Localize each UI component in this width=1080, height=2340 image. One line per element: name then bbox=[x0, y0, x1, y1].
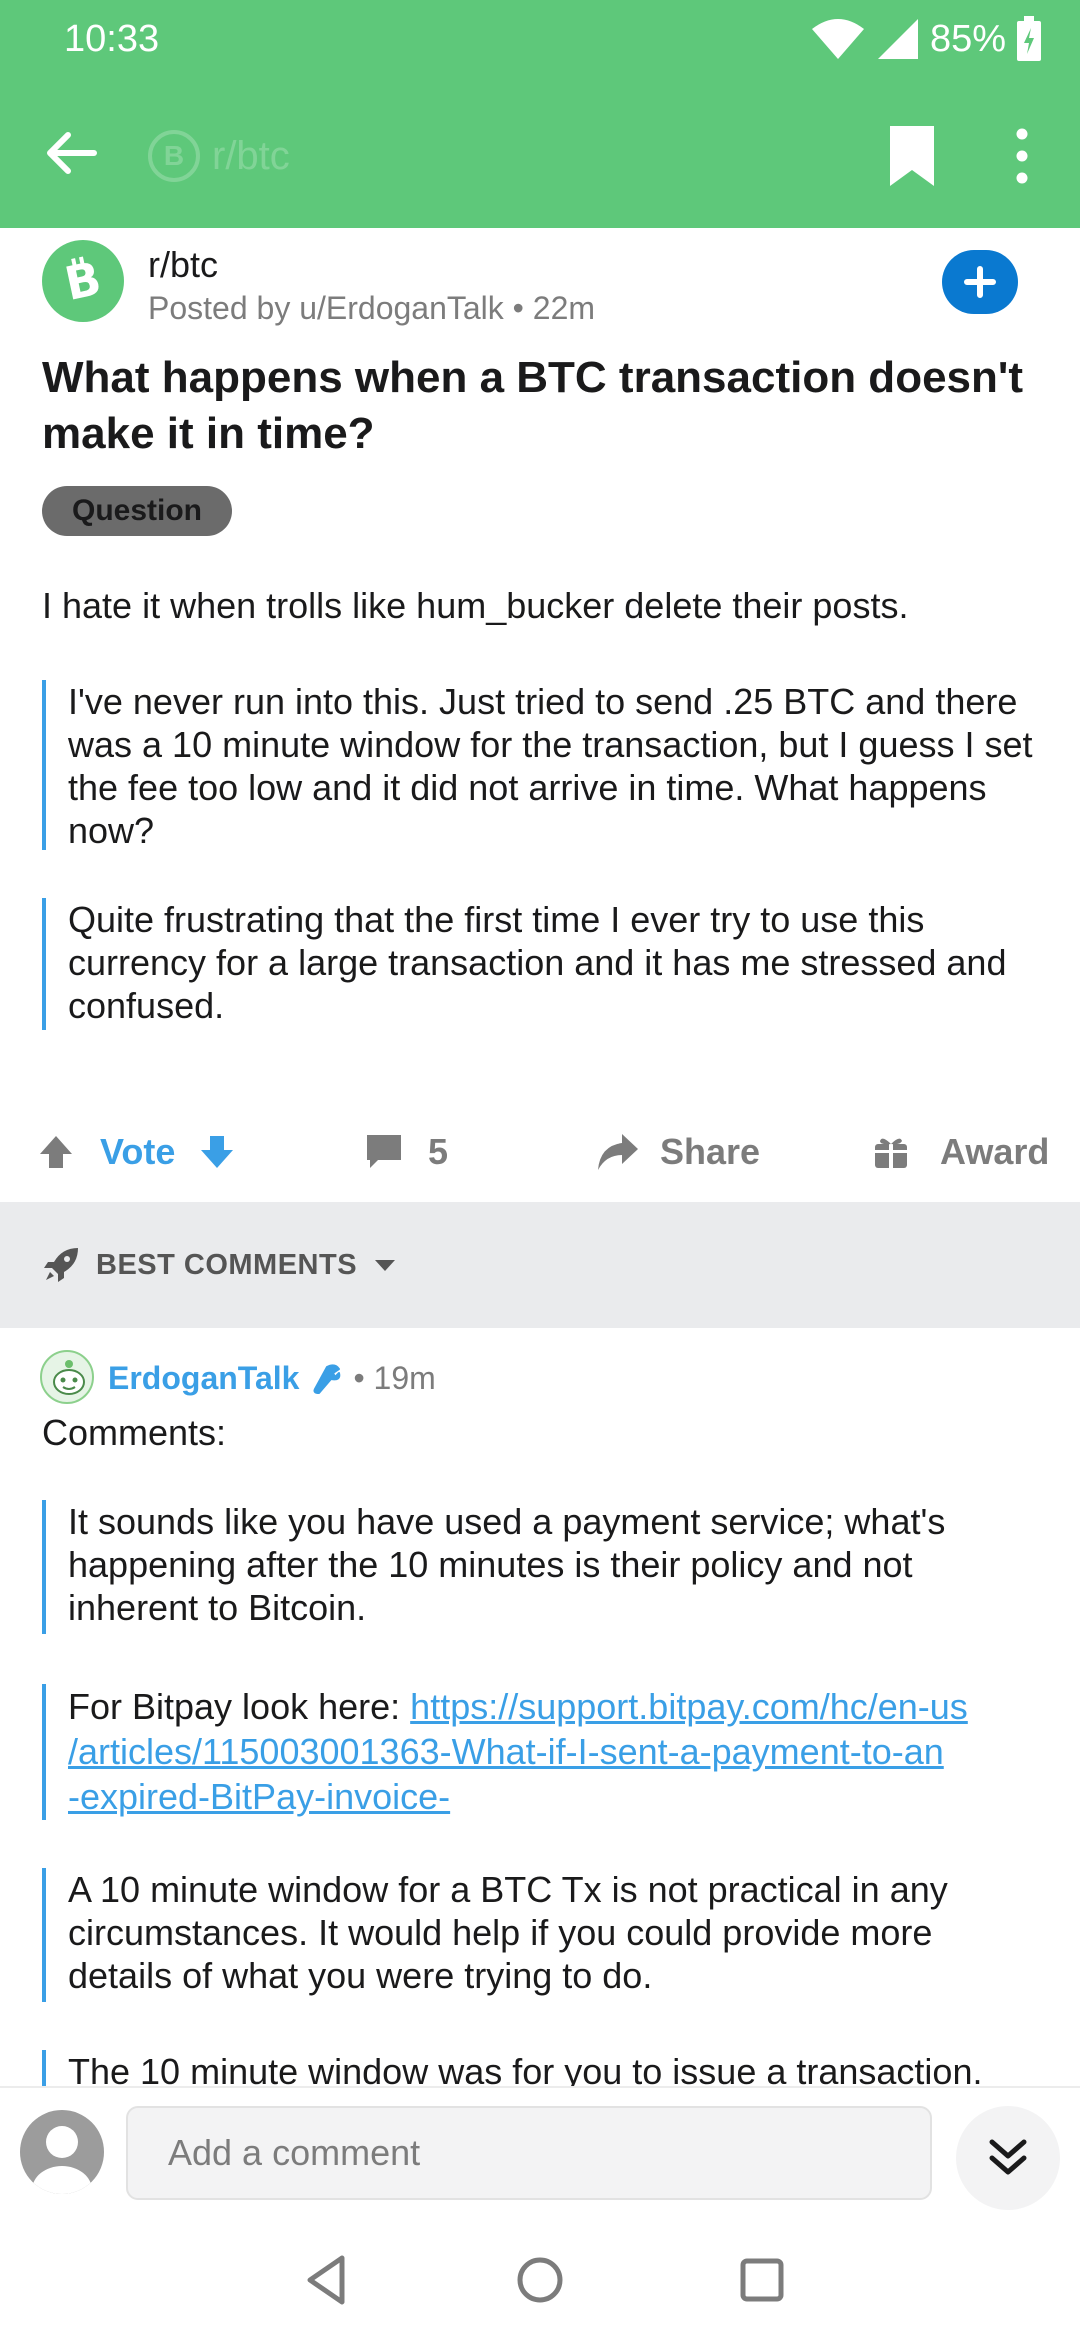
comments-count: 5 bbox=[428, 1131, 449, 1172]
subreddit-avatar[interactable]: B bbox=[42, 240, 124, 322]
share-icon bbox=[598, 1134, 638, 1170]
upvote-icon[interactable] bbox=[36, 1132, 76, 1172]
award-icon bbox=[875, 1138, 907, 1168]
app-bar-subreddit-name: r/btc bbox=[212, 133, 290, 178]
bitcoin-icon: B bbox=[60, 253, 106, 309]
signal-icon bbox=[877, 19, 918, 59]
battery-percent: 85% bbox=[929, 17, 1006, 60]
vote-label: Vote bbox=[100, 1131, 176, 1172]
comments-button[interactable]: 5 bbox=[364, 1112, 448, 1192]
next-comment-button[interactable] bbox=[956, 2106, 1060, 2210]
app-bar-subreddit-title: B r/btc bbox=[148, 126, 290, 186]
recents-square-icon[interactable] bbox=[732, 2250, 792, 2310]
battery-icon bbox=[1017, 16, 1041, 61]
chevron-double-down-icon bbox=[989, 2139, 1027, 2175]
comment-link-prefix: For Bitpay look here: bbox=[68, 1686, 411, 1727]
post-body-text: I hate it when trolls like hum_bucker de… bbox=[42, 585, 909, 626]
back-triangle-icon[interactable] bbox=[298, 2250, 358, 2310]
more-vertical-icon[interactable] bbox=[1000, 124, 1044, 188]
award-label: Award bbox=[940, 1131, 1050, 1172]
comment-time: • 19m bbox=[353, 1359, 436, 1396]
reply-bar: Add a comment bbox=[0, 2086, 1080, 2210]
vote-group: Vote bbox=[36, 1112, 237, 1192]
comments-sort-bar: BEST COMMENTS bbox=[0, 1202, 1080, 1328]
user-icon bbox=[32, 2126, 92, 2194]
post-quote: I've never run into this. Just tried to … bbox=[42, 680, 1042, 851]
caret-down-icon bbox=[375, 1260, 396, 1271]
status-icons: 85% bbox=[810, 14, 1042, 64]
subreddit-name[interactable]: r/btc bbox=[148, 244, 218, 286]
bitpay-link[interactable]: https://support.bitpay.com/hc/en-us bbox=[410, 1686, 968, 1727]
comment-intro: Comments: bbox=[42, 1412, 227, 1453]
comment-input[interactable]: Add a comment bbox=[126, 2106, 932, 2200]
post-title: What happens when a BTC transaction does… bbox=[42, 353, 1023, 458]
downvote-icon[interactable] bbox=[197, 1132, 237, 1172]
bitpay-link-end[interactable]: -expired-BitPay-invoice- bbox=[68, 1776, 450, 1817]
post-flair: Question bbox=[42, 486, 233, 536]
comment-quote: It sounds like you have used a payment s… bbox=[42, 1500, 1042, 1634]
comment-icon bbox=[367, 1135, 401, 1168]
back-arrow-icon[interactable] bbox=[36, 118, 106, 188]
moderator-wrench-icon bbox=[313, 1364, 341, 1394]
system-nav-bar bbox=[0, 2210, 1080, 2340]
post-quote: Quite frustrating that the first time I … bbox=[42, 898, 1042, 1030]
rocket-icon bbox=[44, 1248, 78, 1282]
comment-quote: The 10 minute window was for you to issu… bbox=[42, 2050, 1042, 2090]
sort-label: BEST COMMENTS bbox=[96, 1248, 358, 1281]
subreddit-ghost-logo: B bbox=[148, 130, 200, 182]
share-label: Share bbox=[660, 1131, 761, 1172]
post-flair-label: Question bbox=[72, 494, 203, 527]
comment-header: ErdoganTalk • 19m bbox=[108, 1354, 436, 1402]
snoo-avatar-icon bbox=[53, 1360, 85, 1395]
plus-icon bbox=[964, 266, 996, 298]
join-button[interactable] bbox=[942, 250, 1018, 314]
post-meta: Posted by u/ErdoganTalk • 22m bbox=[148, 290, 596, 326]
sort-selector[interactable]: BEST COMMENTS bbox=[42, 1202, 397, 1328]
award-button[interactable]: Award bbox=[872, 1112, 1049, 1192]
comment-author-avatar[interactable] bbox=[40, 1350, 94, 1404]
status-time: 10:33 bbox=[64, 18, 160, 60]
post-action-bar: Vote 5 Share Award bbox=[0, 1112, 1080, 1192]
comment-author[interactable]: ErdoganTalk bbox=[108, 1360, 299, 1397]
bitpay-link-cont[interactable]: /articles/115003001363-What-if-I-sent-a-… bbox=[68, 1731, 944, 1772]
home-circle-icon[interactable] bbox=[510, 2250, 570, 2310]
bookmark-icon[interactable] bbox=[884, 122, 940, 190]
comment-quote-link: For Bitpay look here: https://support.bi… bbox=[42, 1684, 1042, 1820]
top-bar: 10:33 85% B r/btc bbox=[0, 0, 1080, 228]
share-button[interactable]: Share bbox=[596, 1112, 760, 1192]
user-avatar[interactable] bbox=[20, 2110, 104, 2194]
wifi-icon bbox=[811, 19, 864, 59]
comment-quote: A 10 minute window for a BTC Tx is not p… bbox=[42, 1868, 1042, 2002]
